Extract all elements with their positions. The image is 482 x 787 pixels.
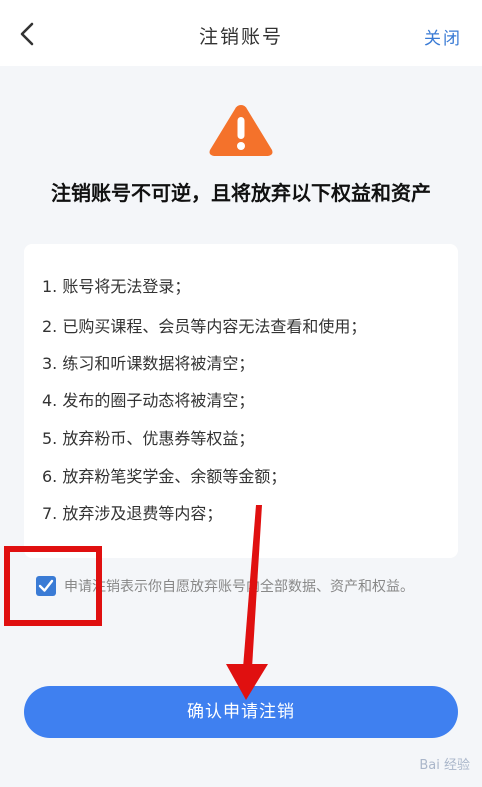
list-item: 7. 放弃涉及退费等内容； [42, 504, 223, 523]
list-item: 5. 放弃粉币、优惠券等权益； [42, 429, 255, 448]
list-item: 3. 练习和听课数据将被清空； [42, 354, 255, 373]
warning-heading: 注销账号不可逆，且将放弃以下权益和资产 [51, 181, 431, 205]
list-item: 2. 已购买课程、会员等内容无法查看和使用； [42, 317, 367, 336]
list-item: 4. 发布的圈子动态将被清空； [42, 391, 255, 410]
warning-triangle-icon [209, 105, 273, 156]
consequence-list: 1. 账号将无法登录； 2. 已购买课程、会员等内容无法查看和使用； 3. 练习… [24, 244, 458, 558]
list-item: 6. 放弃粉笔奖学金、余额等金额； [42, 467, 287, 486]
list-item: 1. 账号将无法登录； [42, 277, 191, 296]
agreement-text: 申请注销表示你自愿放弃账号内全部数据、资产和权益。 [64, 579, 414, 595]
page-title: 注销账号 [198, 26, 283, 48]
watermark: Bai 经验 [419, 758, 470, 773]
top-nav-bar: 注销账号 关闭 [0, 0, 482, 66]
annotation-highlight-box [4, 546, 102, 626]
confirm-deregister-button[interactable]: 确认申请注销 [24, 686, 458, 738]
close-button[interactable]: 关闭 [424, 24, 462, 49]
